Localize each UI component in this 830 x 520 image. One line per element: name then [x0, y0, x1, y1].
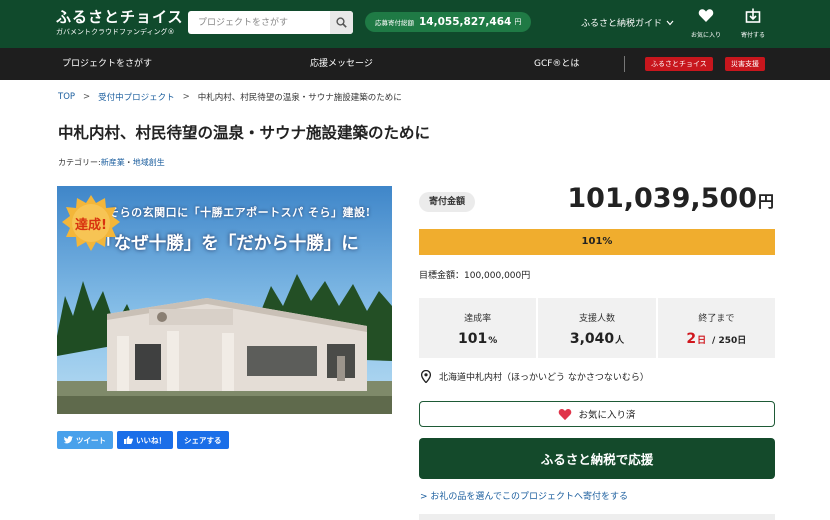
- furusato-guide-menu[interactable]: ふるさと納税ガイド: [581, 16, 674, 29]
- share-label: シェアする: [184, 435, 222, 445]
- donation-amount-value: 101,039,500: [567, 183, 757, 214]
- stat-unit: 人: [615, 336, 625, 346]
- map-pin-icon: [421, 370, 431, 383]
- stat-value: 2日 / 250日: [658, 331, 775, 347]
- favorite-button-label: お気に入り済: [578, 410, 636, 421]
- site-header: ふるさとチョイス ガバメントクラウドファンディング® 応募寄付総額 14,055…: [0, 0, 830, 48]
- stat-label: 達成率: [464, 314, 492, 324]
- category-link-new-industry[interactable]: 新産業: [101, 158, 125, 167]
- heart-icon: [559, 408, 572, 420]
- chevron-down-icon: [666, 20, 674, 25]
- project-location: 北海道中札内村（ほっかいどう なかさつないむら）: [421, 370, 649, 383]
- share-button[interactable]: シェアする: [177, 431, 229, 449]
- nav-disaster-support-badge[interactable]: 災害支援: [725, 57, 765, 71]
- thumbs-up-icon: [124, 436, 133, 444]
- tweet-button[interactable]: ツイート: [57, 431, 113, 449]
- site-logo[interactable]: ふるさとチョイス ガバメントクラウドファンディング®: [56, 8, 184, 37]
- category-separator: ・: [124, 158, 133, 167]
- gift-box-icon: [745, 8, 761, 23]
- guide-label: ふるさと納税ガイド: [581, 19, 663, 29]
- gift-selection-link[interactable]: > お礼の品を選んでこのプロジェクトへ寄付をする: [420, 489, 628, 502]
- achieved-badge: 達成!: [62, 194, 120, 252]
- funding-progress-bar: 101%: [419, 229, 775, 255]
- nav-find-projects[interactable]: プロジェクトをさがす: [62, 48, 152, 80]
- like-label: いいね！: [136, 435, 166, 445]
- search-box: [188, 11, 353, 34]
- search-input[interactable]: [188, 11, 328, 34]
- stat-value: 3,040人: [538, 331, 655, 347]
- project-main-image: そらの玄関口に「十勝エアポートスパ そら」建設! 「なぜ十勝」を「だから十勝」に…: [57, 186, 392, 414]
- stat-unit: %: [488, 336, 498, 346]
- funding-stats: 達成率 101% 支援人数 3,040人 終了まで 2日 / 250日: [419, 298, 775, 358]
- donate-header-button[interactable]: 寄付する: [731, 8, 775, 39]
- logo-subtitle: ガバメントクラウドファンディング®: [56, 28, 175, 36]
- tweet-label: ツイート: [76, 435, 106, 445]
- project-category: カテゴリー:新産業・地域創生: [58, 157, 165, 168]
- total-donations-badge: 応募寄付総額 14,055,827,464 円: [365, 12, 532, 32]
- nav-furusato-choice-badge[interactable]: ふるさとチョイス: [645, 57, 713, 71]
- stat-total-days: / 250日: [712, 336, 747, 346]
- nav-divider: [624, 56, 625, 72]
- donation-amount: 101,039,500 円: [567, 183, 774, 214]
- stat-label: 終了まで: [698, 314, 735, 324]
- favorite-button[interactable]: お気に入り済: [419, 401, 775, 427]
- breadcrumb: TOP > 受付中プロジェクト > 中札内村、村民待望の温泉・サウナ施設建築のた…: [58, 91, 402, 103]
- search-button[interactable]: [330, 11, 353, 34]
- favorites-label: お気に入り: [690, 32, 721, 39]
- heart-icon: [698, 9, 714, 22]
- funding-progress-text: 101%: [581, 236, 613, 247]
- stat-achievement-rate: 達成率 101%: [419, 298, 537, 358]
- target-amount: 目標金額：100,000,000円: [419, 271, 531, 281]
- stat-value: 101%: [419, 331, 536, 347]
- stat-unit: 日: [697, 336, 707, 346]
- stat-number: 101: [458, 331, 488, 347]
- logo-text: ふるさとチョイス: [56, 8, 184, 26]
- nav-support-messages[interactable]: 応援メッセージ: [310, 48, 373, 80]
- next-section-edge: [419, 514, 775, 520]
- stat-days-remaining: 終了まで 2日 / 250日: [657, 298, 775, 358]
- total-donations-value: 14,055,827,464: [419, 16, 512, 28]
- donation-amount-unit: 円: [757, 192, 774, 211]
- twitter-bird-icon: [64, 436, 73, 444]
- location-text: 北海道中札内村（ほっかいどう なかさつないむら）: [439, 373, 649, 383]
- search-icon: [336, 17, 347, 28]
- nav-about-gcf[interactable]: GCF®とは: [534, 48, 579, 80]
- category-link-regional[interactable]: 地域創生: [133, 158, 165, 167]
- page-title: 中札内村、村民待望の温泉・サウナ施設建築のために: [58, 124, 431, 142]
- like-button[interactable]: いいね！: [117, 431, 173, 449]
- donations-label: 寄付する: [740, 32, 765, 39]
- breadcrumb-separator-icon: >: [182, 92, 190, 102]
- breadcrumb-current: 中札内村、村民待望の温泉・サウナ施設建築のために: [197, 93, 402, 103]
- donation-amount-label: 寄付金額: [419, 192, 476, 212]
- stat-supporters: 支援人数 3,040人: [538, 298, 656, 358]
- achieved-badge-text: 達成!: [75, 218, 107, 233]
- share-buttons: ツイート いいね！ シェアする: [57, 431, 229, 449]
- total-donations-label: 応募寄付総額: [375, 19, 414, 27]
- donate-button[interactable]: ふるさと納税で応援: [419, 438, 775, 479]
- breadcrumb-accepting-projects[interactable]: 受付中プロジェクト: [98, 91, 175, 103]
- breadcrumb-separator-icon: >: [83, 92, 91, 102]
- stat-number: 3,040: [569, 331, 615, 347]
- total-donations-unit: 円: [514, 18, 522, 26]
- favorites-button[interactable]: お気に入り: [684, 8, 728, 39]
- stat-label: 支援人数: [578, 314, 615, 324]
- breadcrumb-top[interactable]: TOP: [58, 92, 75, 102]
- category-label: カテゴリー:: [58, 158, 101, 167]
- main-nav: プロジェクトをさがす 応援メッセージ GCF®とは ふるさとチョイス 災害支援: [0, 48, 830, 80]
- stat-number: 2: [686, 331, 697, 347]
